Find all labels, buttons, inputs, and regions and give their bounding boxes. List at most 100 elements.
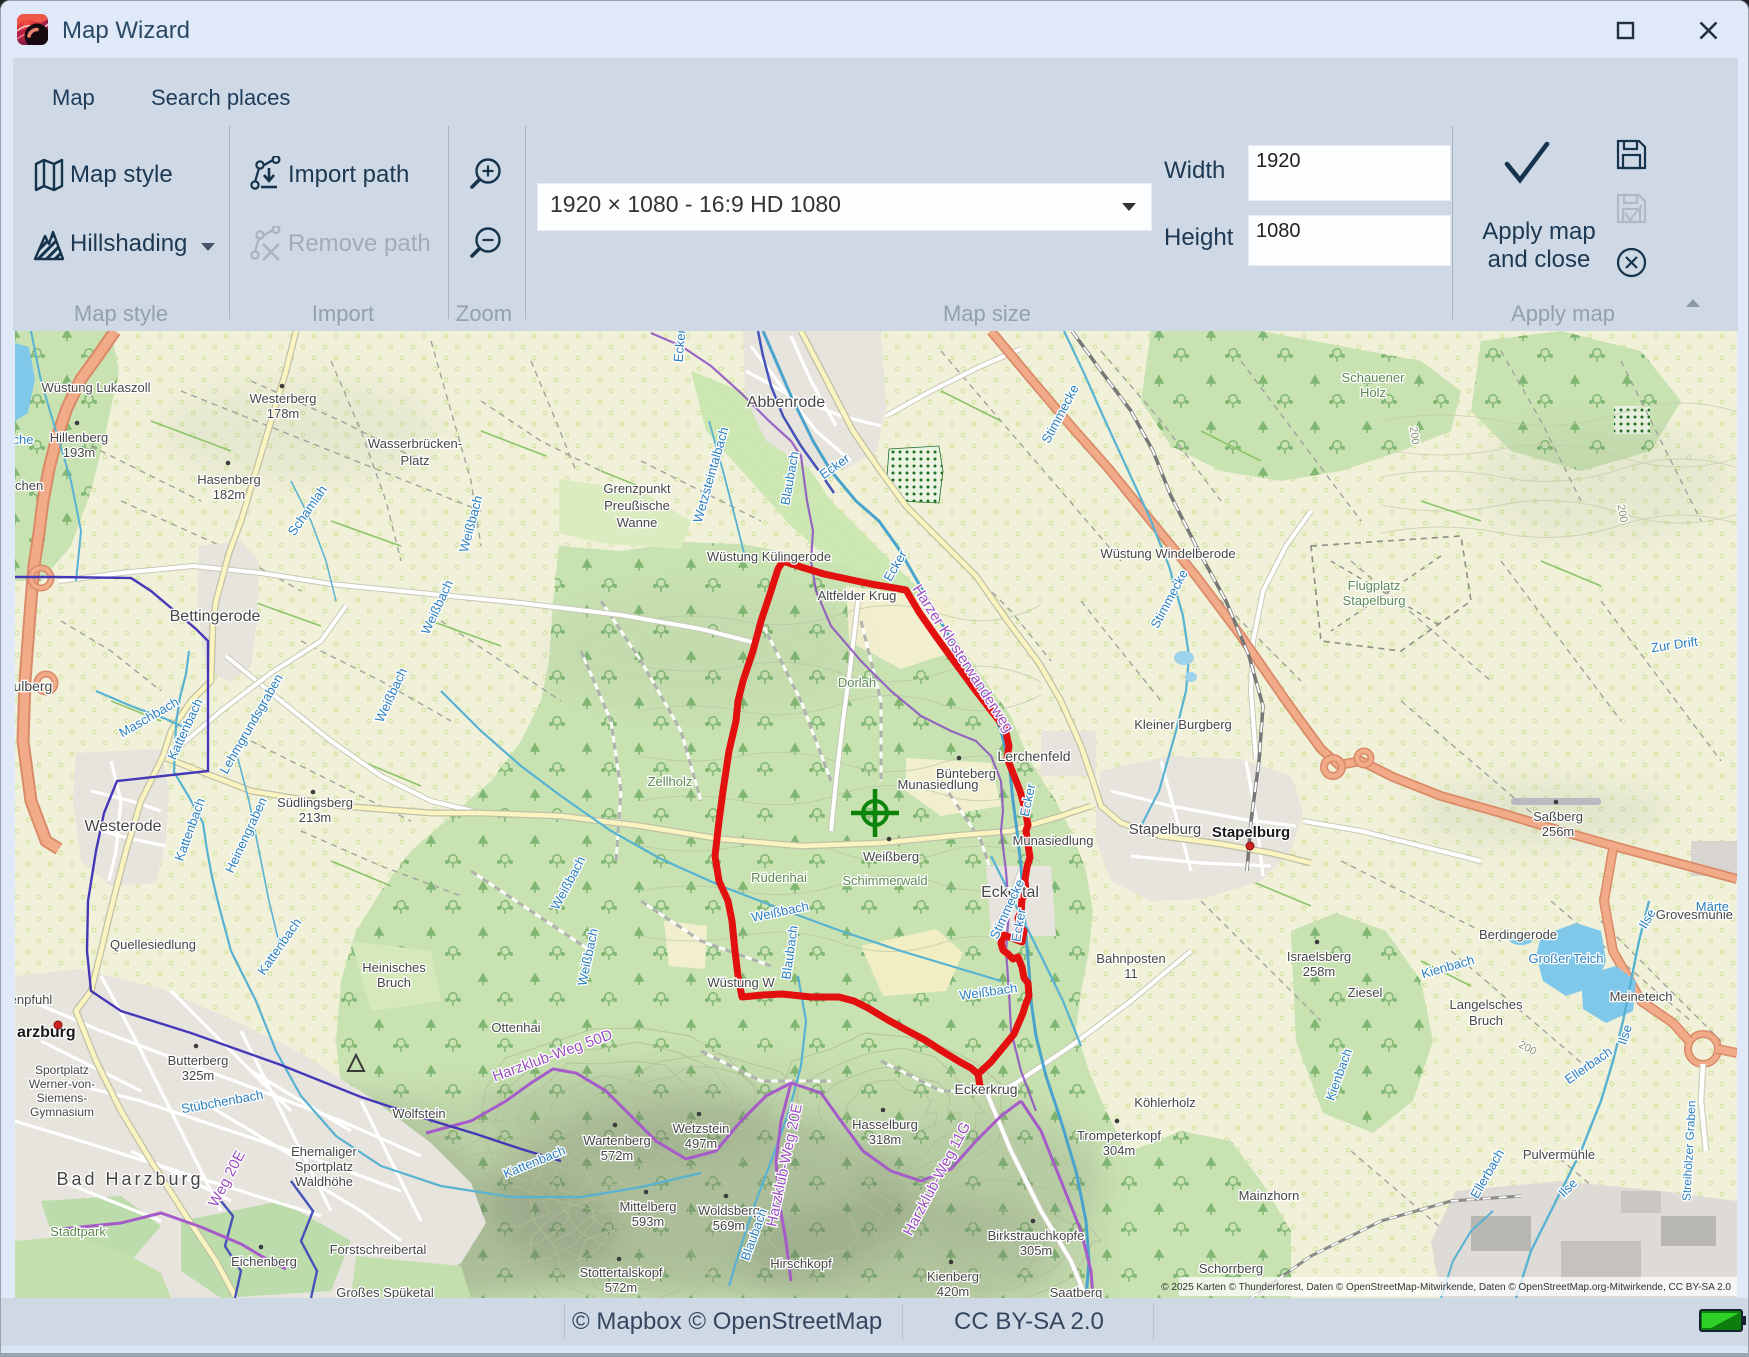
svg-text:Heinisches: Heinisches [362, 960, 426, 975]
svg-text:Wüstung Windelberode: Wüstung Windelberode [1100, 546, 1235, 561]
svg-text:enpfuhl: enpfuhl [15, 992, 52, 1007]
svg-text:Bettingerode: Bettingerode [170, 608, 261, 625]
svg-text:Siemens-: Siemens- [37, 1091, 88, 1105]
svg-text:Butterberg: Butterberg [168, 1053, 229, 1068]
svg-text:Dorlah: Dorlah [838, 675, 876, 690]
svg-text:Weißberg: Weißberg [863, 849, 919, 864]
svg-text:Großes Spüketal: Großes Spüketal [336, 1285, 434, 1298]
svg-text:Gymnasium: Gymnasium [30, 1105, 94, 1119]
svg-text:Schimmerwald: Schimmerwald [842, 873, 927, 888]
svg-text:Altfelder Krug: Altfelder Krug [818, 588, 897, 603]
svg-text:Sportplatz: Sportplatz [295, 1159, 354, 1174]
svg-text:Stottertalskopf: Stottertalskopf [579, 1265, 662, 1280]
svg-text:213m: 213m [299, 810, 332, 825]
svg-text:Grenzpunkt: Grenzpunkt [603, 481, 671, 496]
svg-text:Wetzstein: Wetzstein [673, 1121, 730, 1136]
svg-text:Märte: Märte [1696, 899, 1729, 914]
svg-text:593m: 593m [632, 1214, 665, 1229]
svg-text:Flugplatz: Flugplatz [1348, 578, 1401, 593]
svg-text:Stapelburg: Stapelburg [1212, 824, 1290, 841]
svg-text:572m: 572m [601, 1148, 634, 1163]
svg-text:256m: 256m [1542, 824, 1575, 839]
svg-text:497m: 497m [685, 1136, 718, 1151]
svg-text:Woldsberg: Woldsberg [698, 1203, 760, 1218]
svg-text:Köhlerholz: Köhlerholz [1134, 1095, 1195, 1110]
svg-text:305m: 305m [1020, 1243, 1053, 1258]
svg-text:Kleiner Burgberg: Kleiner Burgberg [1134, 717, 1232, 732]
svg-text:arzburg: arzburg [17, 1024, 76, 1041]
svg-text:420m: 420m [937, 1284, 970, 1298]
svg-text:Hillenberg: Hillenberg [50, 430, 109, 445]
svg-text:Mittelberg: Mittelberg [619, 1199, 676, 1214]
svg-text:Wüstung W: Wüstung W [707, 975, 775, 990]
svg-text:Bünteberg: Bünteberg [936, 766, 996, 781]
svg-text:569m: 569m [713, 1218, 746, 1233]
svg-text:Ottenhai: Ottenhai [491, 1020, 540, 1035]
svg-text:chen: chen [15, 478, 43, 493]
svg-text:Holz: Holz [1360, 385, 1386, 400]
svg-text:572m: 572m [605, 1280, 638, 1295]
svg-text:Munasiedlung: Munasiedlung [1013, 833, 1094, 848]
svg-text:Hasselburg: Hasselburg [852, 1117, 918, 1132]
svg-text:Langelsches: Langelsches [1450, 997, 1523, 1012]
svg-text:hulberg: hulberg [15, 678, 52, 694]
svg-text:Forstschreibertal: Forstschreibertal [330, 1242, 427, 1257]
svg-text:325m: 325m [182, 1068, 215, 1083]
svg-text:Bahnposten: Bahnposten [1096, 951, 1165, 966]
svg-text:Schorrberg: Schorrberg [1199, 1261, 1263, 1276]
svg-text:Waldhöhe: Waldhöhe [295, 1174, 353, 1189]
svg-text:Trompeterkopf: Trompeterkopf [1077, 1128, 1161, 1143]
svg-text:Hasenberg: Hasenberg [197, 472, 261, 487]
svg-text:Eckerkrug: Eckerkrug [954, 1081, 1017, 1097]
svg-text:Bruch: Bruch [1469, 1013, 1503, 1028]
svg-text:Platz: Platz [401, 453, 430, 468]
svg-text:318m: 318m [869, 1132, 902, 1147]
svg-text:Sportplatz: Sportplatz [35, 1063, 89, 1077]
svg-text:Stapelburg: Stapelburg [1129, 821, 1202, 838]
svg-text:Stadtpark: Stadtpark [50, 1224, 106, 1239]
svg-text:Quellesiedlung: Quellesiedlung [110, 937, 196, 952]
svg-text:Südlingsberg: Südlingsberg [277, 795, 353, 810]
svg-text:Werner-von-: Werner-von- [29, 1077, 95, 1091]
svg-text:11: 11 [1124, 966, 1138, 981]
svg-text:Eichenberg: Eichenberg [231, 1254, 297, 1269]
svg-text:Meineteich: Meineteich [1610, 989, 1673, 1004]
svg-text:Wüstung Lukaszoll: Wüstung Lukaszoll [41, 380, 150, 395]
svg-text:193m: 193m [63, 445, 96, 460]
svg-text:Ziesel: Ziesel [1348, 985, 1383, 1000]
svg-text:Saatberg: Saatberg [1050, 1285, 1103, 1298]
svg-text:Wanne: Wanne [617, 515, 658, 530]
svg-text:200: 200 [1407, 426, 1421, 446]
svg-text:304m: 304m [1103, 1143, 1136, 1158]
svg-text:© 2025 Karten © Thunderforest,: © 2025 Karten © Thunderforest, Daten © O… [1161, 1282, 1731, 1293]
svg-text:Stapelburg: Stapelburg [1343, 593, 1406, 608]
svg-text:Bad Harzburg: Bad Harzburg [56, 1169, 203, 1189]
svg-text:Mainzhorn: Mainzhorn [1239, 1188, 1300, 1203]
svg-text:Wüstung Külingerode: Wüstung Külingerode [707, 549, 831, 564]
svg-text:Berdingerode: Berdingerode [1479, 927, 1557, 942]
svg-text:Bruch: Bruch [377, 975, 411, 990]
svg-text:Lerchenfeld: Lerchenfeld [997, 748, 1070, 764]
svg-text:178m: 178m [267, 406, 300, 421]
svg-text:che: che [15, 432, 33, 447]
svg-text:Schauener: Schauener [1342, 370, 1406, 385]
svg-text:Kienberg: Kienberg [927, 1269, 979, 1284]
svg-text:Ehemaliger: Ehemaliger [291, 1144, 357, 1159]
svg-text:Westerode: Westerode [84, 818, 161, 835]
svg-text:Wartenberg: Wartenberg [583, 1133, 650, 1148]
svg-text:Abbenrode: Abbenrode [747, 394, 825, 411]
svg-text:Ecker: Ecker [671, 331, 689, 363]
svg-text:Preußische: Preußische [604, 498, 670, 513]
svg-text:Wasserbrücken-: Wasserbrücken- [368, 436, 462, 451]
svg-text:Großer Teich: Großer Teich [1529, 951, 1604, 966]
svg-text:258m: 258m [1303, 964, 1336, 979]
svg-text:Pulvermühle: Pulvermühle [1523, 1147, 1595, 1162]
svg-text:Hirschkopf: Hirschkopf [770, 1256, 832, 1271]
svg-text:182m: 182m [213, 487, 246, 502]
svg-text:Israelsberg: Israelsberg [1287, 949, 1351, 964]
svg-text:Westerberg: Westerberg [250, 391, 317, 406]
svg-text:Birkstrauchkopfe: Birkstrauchkopfe [988, 1228, 1085, 1243]
svg-text:Saßberg: Saßberg [1533, 809, 1583, 824]
svg-text:Zellholz: Zellholz [648, 774, 693, 789]
svg-text:Wolfstein: Wolfstein [392, 1106, 445, 1121]
